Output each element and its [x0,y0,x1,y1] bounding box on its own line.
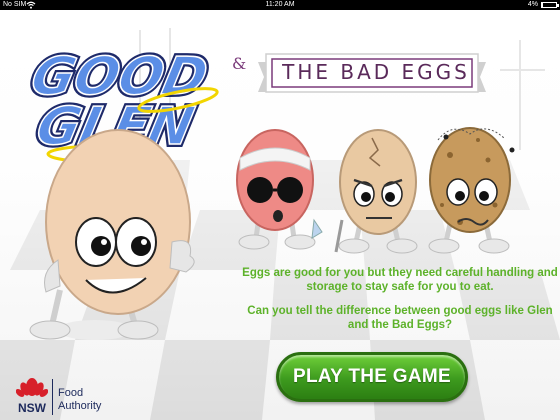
food-authority-wordmark: Food Authority [58,387,101,413]
clock-time: 11:20 AM [265,1,295,8]
battery-icon [541,2,559,8]
pink-sunglasses-egg [236,129,323,250]
waratah-icon [16,378,48,397]
nsw-food-authority-logo: NSW Food Authority [16,375,126,419]
cracked-crutch-egg [334,129,418,254]
intro-paragraph-2: Can you tell the difference between good… [247,305,553,331]
play-game-button[interactable]: PLAY THE GAME [276,352,468,402]
food-word: Food [58,387,84,399]
intro-copy: Eggs are good for you but they need care… [240,266,560,342]
logo-divider [52,379,53,415]
egg-characters [29,127,515,340]
play-game-label: PLAY THE GAME [292,366,452,387]
authority-word: Authority [58,400,102,412]
status-bar: No SIM 11:20 AM 4% [0,0,560,10]
intro-paragraph-1: Eggs are good for you but they need care… [242,267,558,293]
battery-percent: 4% [527,1,538,8]
title-screen: & THE BAD EGGS GOOD GOOD GLEN GLEN Eggs … [0,10,560,420]
rotten-speckled-egg [428,127,515,254]
nsw-wordmark: NSW [18,401,46,415]
battery-level-fill [542,3,543,7]
good-glen-egg [29,129,195,340]
